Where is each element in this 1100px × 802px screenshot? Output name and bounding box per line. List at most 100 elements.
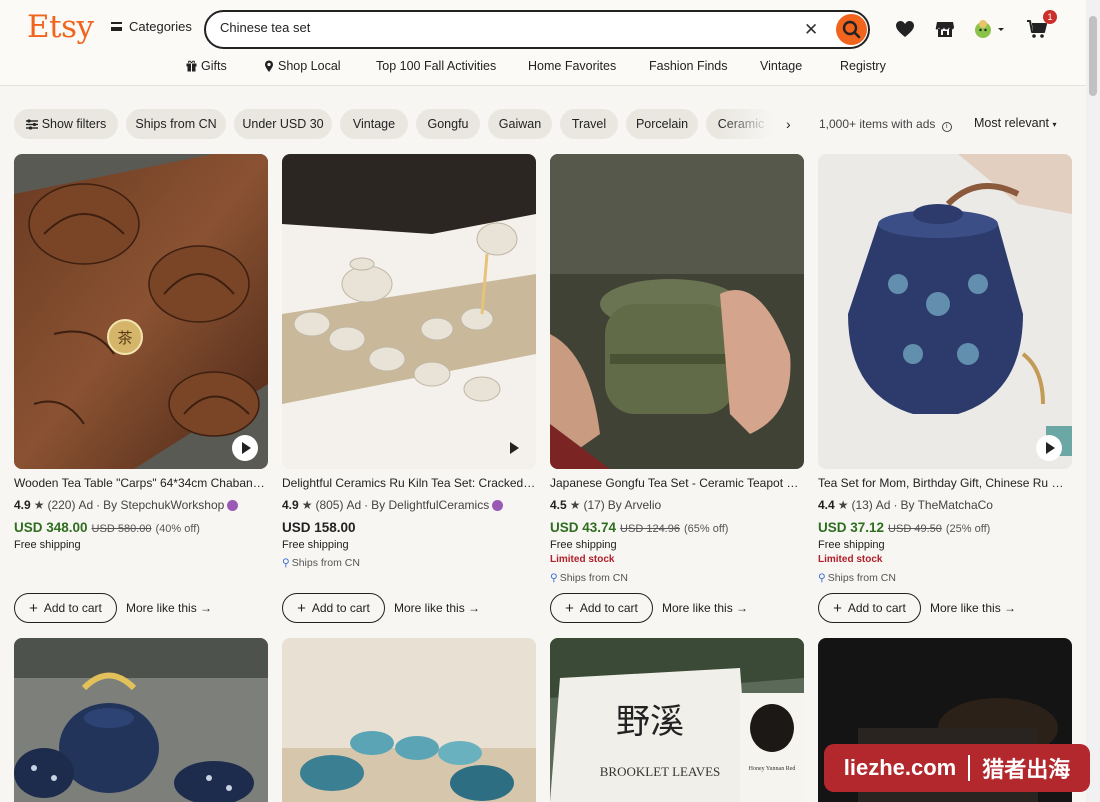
chip-ships-from-cn[interactable]: Ships from CN	[126, 109, 226, 139]
arrow-right-icon: →	[200, 601, 213, 615]
review-count: (220)	[47, 498, 76, 512]
star-icon: ★	[33, 498, 45, 512]
sort-dropdown[interactable]: Most relevant ▾	[974, 116, 1057, 130]
shop-name[interactable]: By StepchukWorkshop	[103, 498, 224, 512]
booklet-characters: 野溪	[616, 702, 684, 742]
ad-label: Ad	[78, 498, 94, 512]
chip-porcelain[interactable]: Porcelain	[626, 109, 698, 139]
current-price: USD 37.12	[818, 520, 885, 535]
shipping-label: Free shipping	[14, 539, 81, 551]
categories-button[interactable]: Categories	[111, 19, 192, 34]
listing-image[interactable]: 茶	[14, 154, 268, 469]
listing-image[interactable]	[550, 154, 804, 469]
listing-price: USD 348.00 USD 580.00 (40% off)	[14, 520, 200, 535]
rating-value: 4.5	[550, 498, 567, 512]
gift-icon	[186, 60, 197, 72]
pin-icon: ⚲	[550, 572, 558, 584]
nav-item-registry[interactable]: Registry	[840, 59, 886, 73]
chevron-right-icon[interactable]: ›	[786, 116, 791, 132]
review-count: (805)	[315, 498, 344, 512]
more-like-label: More like this	[930, 601, 1001, 615]
scrollbar[interactable]	[1086, 0, 1100, 802]
limited-stock-label: Limited stock	[550, 554, 615, 565]
search-button[interactable]	[836, 14, 867, 45]
ships-from-text: Ships from CN	[559, 572, 628, 584]
chip-vintage[interactable]: Vintage	[340, 109, 408, 139]
current-price: USD 43.74	[550, 520, 617, 535]
listing-title[interactable]: Wooden Tea Table "Carps" 64*34cm Chaban …	[14, 476, 268, 490]
listing-title[interactable]: Tea Set for Mom, Birthday Gift, Chinese …	[818, 476, 1072, 490]
listing-image[interactable]	[818, 154, 1072, 469]
site-header: Etsy Categories ✕ 1	[0, 0, 1086, 86]
nav-item-shop-local[interactable]: Shop Local	[264, 59, 341, 73]
listing-image[interactable]	[14, 638, 268, 802]
add-to-cart-button[interactable]: + Add to cart	[282, 593, 385, 623]
show-filters-label: Show filters	[41, 117, 107, 131]
add-to-cart-label: Add to cart	[847, 601, 906, 615]
chip-under-usd-30[interactable]: Under USD 30	[234, 109, 332, 139]
heart-icon[interactable]	[894, 17, 916, 41]
seal-character: 茶	[117, 329, 132, 347]
shop-icon[interactable]	[934, 17, 956, 41]
plus-icon: +	[565, 599, 574, 617]
listing-price: USD 43.74 USD 124.96 (65% off)	[550, 520, 728, 535]
more-like-this-link[interactable]: More like this →	[126, 601, 212, 615]
watermark-logo: liezhe.com 猎者出海	[824, 744, 1090, 792]
tin-label: Honey Yunnan Red	[749, 766, 796, 772]
listing-title[interactable]: Japanese Gongfu Tea Set - Ceramic Teapot…	[550, 476, 804, 490]
shipping-label: Free shipping	[282, 539, 349, 551]
shop-name[interactable]: By DelightfulCeramics	[371, 498, 489, 512]
chip-travel[interactable]: Travel	[560, 109, 618, 139]
search-input[interactable]	[220, 20, 780, 35]
arrow-right-icon: →	[736, 601, 749, 615]
shop-name[interactable]: By TheMatchaCo	[900, 498, 993, 512]
review-count: (17)	[583, 498, 605, 512]
nav-item-gifts[interactable]: Gifts	[186, 59, 227, 73]
nav-item-top-100[interactable]: Top 100 Fall Activities	[376, 59, 496, 73]
avatar[interactable]	[972, 17, 1008, 41]
shipping-label: Free shipping	[818, 539, 885, 551]
shop-name[interactable]: By Arvelio	[608, 498, 661, 512]
listing-image[interactable]	[282, 154, 536, 469]
add-to-cart-label: Add to cart	[43, 601, 102, 615]
more-like-this-link[interactable]: More like this →	[394, 601, 480, 615]
listing-image[interactable]: Honey Yunnan Red 野溪 BROOKLET LEAVES	[550, 638, 804, 802]
info-icon[interactable]: i	[941, 122, 952, 132]
results-count: 1,000+ items with ads i	[819, 117, 952, 132]
etsy-logo[interactable]: Etsy	[27, 9, 94, 45]
close-icon[interactable]: ✕	[804, 20, 818, 40]
play-video-button[interactable]	[1036, 435, 1062, 461]
nav-label: Fashion Finds	[649, 59, 728, 73]
discount-label: (25% off)	[945, 523, 991, 535]
play-video-button[interactable]	[232, 435, 258, 461]
more-like-this-link[interactable]: More like this →	[930, 601, 1016, 615]
nav-item-vintage[interactable]: Vintage	[760, 59, 802, 73]
add-to-cart-button[interactable]: + Add to cart	[14, 593, 117, 623]
show-filters-button[interactable]: Show filters	[14, 109, 118, 139]
rating-value: 4.9	[282, 498, 299, 512]
nav-item-fashion-finds[interactable]: Fashion Finds	[649, 59, 728, 73]
add-to-cart-button[interactable]: + Add to cart	[818, 593, 921, 623]
add-to-cart-button[interactable]: + Add to cart	[550, 593, 653, 623]
ships-from-text: Ships from CN	[291, 557, 360, 569]
listing-image[interactable]	[282, 638, 536, 802]
star-icon: ★	[301, 498, 313, 512]
limited-stock-label: Limited stock	[818, 554, 883, 565]
scroll-thumb[interactable]	[1089, 16, 1097, 96]
discount-label: (40% off)	[155, 523, 200, 535]
chip-gongfu[interactable]: Gongfu	[416, 109, 480, 139]
rating-value: 4.9	[14, 498, 31, 512]
play-video-button[interactable]	[500, 435, 526, 461]
listing-title[interactable]: Delightful Ceramics Ru Kiln Tea Set: Cra…	[282, 476, 536, 490]
current-price: USD 348.00	[14, 520, 88, 535]
search-icon	[842, 20, 861, 39]
star-seller-icon	[492, 499, 504, 511]
current-price: USD 158.00	[282, 520, 356, 535]
nav-label: Home Favorites	[528, 59, 617, 73]
nav-label: Gifts	[201, 59, 227, 73]
chip-gaiwan[interactable]: Gaiwan	[488, 109, 552, 139]
original-price: USD 580.00	[91, 523, 152, 535]
more-like-this-link[interactable]: More like this →	[662, 601, 748, 615]
nav-item-home-favorites[interactable]: Home Favorites	[528, 59, 616, 73]
arrow-right-icon: →	[1004, 601, 1017, 615]
